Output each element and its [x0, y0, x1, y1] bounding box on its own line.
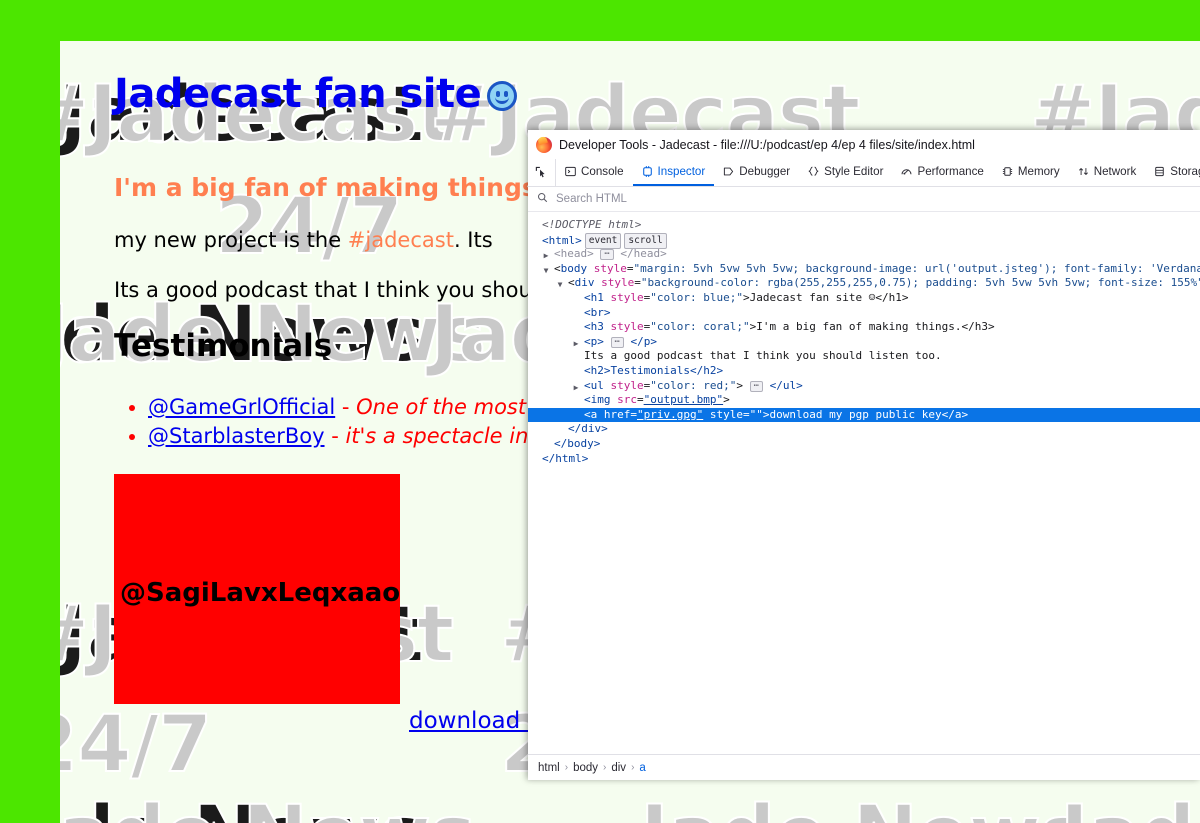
- markup-line-html-open[interactable]: <html> event scroll: [528, 232, 1200, 250]
- testimonial-dash: -: [335, 395, 357, 419]
- markup-line-p[interactable]: <p> ⋯ </p>: [528, 335, 1200, 350]
- collapsed-content-icon[interactable]: ⋯: [610, 336, 624, 348]
- inspector-icon: [642, 166, 653, 177]
- markup-line-h3[interactable]: <h3 style="color: coral;">I'm a big fan …: [528, 320, 1200, 335]
- intro-suffix: . Its: [453, 228, 493, 252]
- tab-label: Network: [1093, 165, 1137, 178]
- collapsed-content-icon[interactable]: ⋯: [749, 380, 764, 392]
- tab-performance[interactable]: Performance: [892, 159, 992, 186]
- devtools-titlebar: Developer Tools - Jadecast - file:///U:/…: [528, 130, 1200, 159]
- output-bmp-image: @SagiLavxLeqxaao: [114, 473, 401, 704]
- debugger-icon: [723, 166, 734, 177]
- console-icon: [565, 166, 576, 177]
- markup-line-html-close[interactable]: </html>: [528, 452, 1200, 467]
- network-icon: [1078, 166, 1089, 177]
- breadcrumb-item-body[interactable]: body: [573, 762, 598, 774]
- tab-label: Console: [581, 165, 624, 178]
- markup-line-text-node[interactable]: Its a good podcast that I think you shou…: [528, 349, 1200, 364]
- performance-icon: [901, 166, 912, 177]
- breadcrumb-separator-icon: ›: [603, 762, 607, 773]
- testimonial-handle-link[interactable]: @GameGrlOfficial: [148, 395, 335, 419]
- collapsed-content-icon[interactable]: ⋯: [600, 249, 614, 261]
- search-icon: [537, 190, 548, 208]
- markup-line-head[interactable]: <head> ⋯ </head>: [528, 247, 1200, 262]
- markup-line-h2[interactable]: <h2>Testimonials</h2>: [528, 364, 1200, 379]
- tab-label: Memory: [1017, 165, 1060, 178]
- developer-tools-window: Developer Tools - Jadecast - file:///U:/…: [528, 130, 1200, 780]
- tab-style-editor[interactable]: Style Editor: [799, 159, 892, 186]
- search-input[interactable]: [554, 192, 754, 206]
- testimonial-handle-link[interactable]: @StarblasterBoy: [148, 424, 325, 448]
- search-html-bar[interactable]: [528, 187, 1200, 212]
- tab-console[interactable]: Console: [556, 159, 633, 186]
- intro-prefix: my new project is the: [114, 228, 348, 252]
- memory-icon: [1002, 166, 1013, 177]
- storage-icon: [1154, 166, 1165, 177]
- tab-label: Debugger: [739, 165, 791, 178]
- element-picker-icon[interactable]: [528, 159, 556, 186]
- image-handle-stamp: @SagiLavxLeqxaao: [120, 577, 401, 608]
- breadcrumb-item-html[interactable]: html: [538, 762, 560, 774]
- firefox-logo-icon: [536, 136, 552, 153]
- markup-line-ul[interactable]: <ul style="color: red;"> ⋯ </ul>: [528, 379, 1200, 394]
- testimonial-dash: -: [324, 423, 346, 448]
- tab-label: Style Editor: [824, 165, 884, 178]
- markup-line-div-open[interactable]: <div style="background-color: rgba(255,2…: [528, 276, 1200, 291]
- tab-inspector[interactable]: Inspector: [632, 159, 715, 186]
- page-title: Jadecast fan site: [114, 71, 1200, 117]
- markup-line-h1[interactable]: <h1 style="color: blue;">Jadecast fan si…: [528, 291, 1200, 306]
- html-markup-tree[interactable]: <!DOCTYPE html> <html>eventscroll <head>…: [528, 212, 1200, 754]
- tab-debugger[interactable]: Debugger: [714, 159, 799, 186]
- tab-label: Performance: [917, 165, 984, 178]
- breadcrumb-item-a[interactable]: a: [639, 762, 645, 774]
- devtools-toolbar: Console Inspector Debugger Style Editor …: [528, 159, 1200, 187]
- breadcrumb-item-div[interactable]: div: [611, 762, 626, 774]
- markup-line-img[interactable]: <img src="output.bmp">: [528, 393, 1200, 408]
- markup-line-br[interactable]: <br>: [528, 306, 1200, 321]
- page-title-text: Jadecast fan site: [114, 71, 482, 117]
- markup-line-doctype[interactable]: <!DOCTYPE html>: [528, 218, 1200, 233]
- tab-memory[interactable]: Memory: [993, 159, 1069, 186]
- markup-line-div-close[interactable]: </div>: [528, 422, 1200, 437]
- breadcrumb-separator-icon: ›: [631, 762, 635, 773]
- tab-label: Inspector: [657, 165, 706, 178]
- smiley-face-icon: [487, 81, 518, 111]
- markup-line-body-close[interactable]: </body>: [528, 437, 1200, 452]
- hashtag-jadecast: #jadecast: [347, 228, 454, 252]
- testimonial-quote: One of the most: [356, 395, 527, 419]
- breadcrumb: html › body › div › a: [528, 754, 1200, 780]
- tab-network[interactable]: Network: [1069, 159, 1146, 186]
- tab-storage[interactable]: Storage: [1145, 159, 1200, 186]
- screen: #Jadecast #Jadecast #Jadecast #Jadecast …: [0, 0, 1200, 823]
- tab-label: Storage: [1170, 165, 1200, 178]
- markup-line-body-open[interactable]: <body style="margin: 5vh 5vw 5vh 5vw; ba…: [528, 262, 1200, 277]
- markup-line-anchor-selected[interactable]: <a href="priv.gpg" style="">download my …: [528, 407, 1200, 423]
- style-editor-icon: [808, 166, 819, 177]
- window-title: Developer Tools - Jadecast - file:///U:/…: [559, 137, 975, 152]
- breadcrumb-separator-icon: ›: [564, 762, 569, 773]
